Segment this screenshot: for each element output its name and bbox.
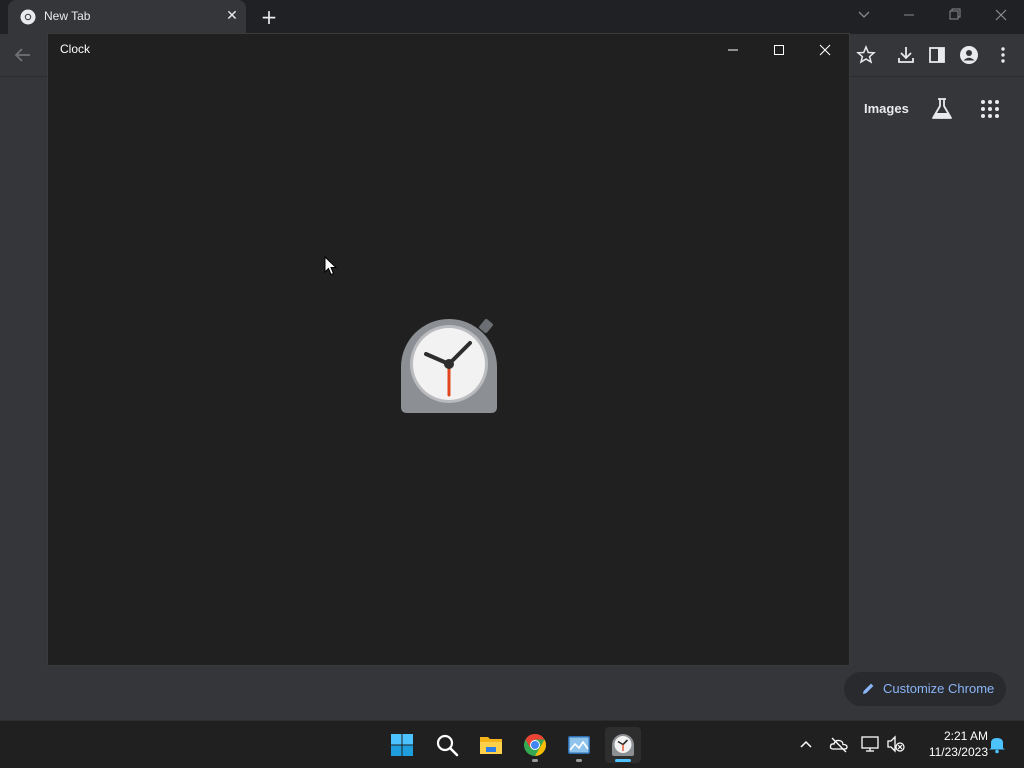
taskbar-date: 11/23/2023 bbox=[928, 745, 988, 759]
browser-close-icon[interactable] bbox=[987, 4, 1015, 26]
chrome-favicon-icon bbox=[20, 9, 36, 25]
stopwatch-clock-icon bbox=[401, 319, 497, 413]
active-indicator bbox=[615, 759, 631, 762]
taskbar: 2:21 AM 11/23/2023 bbox=[0, 720, 1024, 768]
clock-minimize-icon[interactable] bbox=[718, 38, 748, 62]
tab-search-icon[interactable] bbox=[850, 4, 878, 26]
back-arrow-icon[interactable] bbox=[12, 44, 34, 66]
images-link[interactable]: Images bbox=[864, 101, 909, 116]
customize-chrome-button[interactable]: Customize Chrome bbox=[844, 672, 1006, 706]
clock-maximize-icon[interactable] bbox=[764, 38, 794, 62]
search-icon bbox=[436, 734, 459, 757]
show-hidden-icons-chevron-icon[interactable] bbox=[796, 734, 816, 754]
mouse-cursor-icon bbox=[324, 256, 338, 276]
browser-restore-icon[interactable] bbox=[941, 4, 969, 26]
clock-taskbar-button[interactable] bbox=[605, 727, 641, 763]
file-explorer-icon bbox=[480, 737, 502, 754]
clock-close-icon[interactable] bbox=[810, 38, 840, 62]
side-panel-icon[interactable] bbox=[926, 44, 948, 66]
onedrive-offline-icon[interactable] bbox=[829, 734, 849, 754]
start-icon bbox=[391, 734, 413, 756]
photos-icon bbox=[568, 736, 590, 754]
file-explorer-button[interactable] bbox=[473, 727, 509, 763]
download-icon[interactable] bbox=[895, 44, 917, 66]
profile-avatar-icon[interactable] bbox=[958, 44, 980, 66]
photos-taskbar-button[interactable] bbox=[561, 727, 597, 763]
customize-chrome-label: Customize Chrome bbox=[883, 681, 995, 696]
chrome-icon bbox=[524, 734, 546, 756]
running-indicator bbox=[576, 759, 582, 762]
tab-new-tab[interactable]: New Tab ✕ bbox=[8, 0, 246, 34]
browser-tabstrip: New Tab ✕ + bbox=[0, 0, 1024, 34]
clock-window-title: Clock bbox=[60, 42, 91, 56]
tab-title: New Tab bbox=[44, 9, 91, 23]
labs-flask-icon[interactable] bbox=[930, 96, 954, 122]
start-button[interactable] bbox=[384, 727, 420, 763]
new-tab-button[interactable]: + bbox=[258, 6, 280, 28]
tab-close-icon[interactable]: ✕ bbox=[224, 8, 240, 24]
running-indicator bbox=[532, 759, 538, 762]
clock-window: Clock bbox=[47, 33, 850, 666]
network-icon[interactable] bbox=[860, 734, 880, 754]
taskbar-time: 2:21 AM bbox=[943, 729, 988, 743]
bookmark-star-icon[interactable] bbox=[855, 44, 877, 66]
clock-app-icon bbox=[612, 734, 634, 756]
notification-bell-icon[interactable] bbox=[987, 734, 1007, 754]
google-apps-icon[interactable] bbox=[979, 98, 1001, 120]
chrome-taskbar-button[interactable] bbox=[517, 727, 553, 763]
browser-minimize-icon[interactable] bbox=[895, 4, 923, 26]
more-menu-icon[interactable] bbox=[992, 44, 1014, 66]
volume-muted-icon[interactable] bbox=[886, 734, 906, 754]
taskbar-clock[interactable]: 2:21 AM 11/23/2023 bbox=[912, 728, 988, 760]
search-button[interactable] bbox=[429, 727, 465, 763]
pencil-icon bbox=[863, 683, 874, 694]
